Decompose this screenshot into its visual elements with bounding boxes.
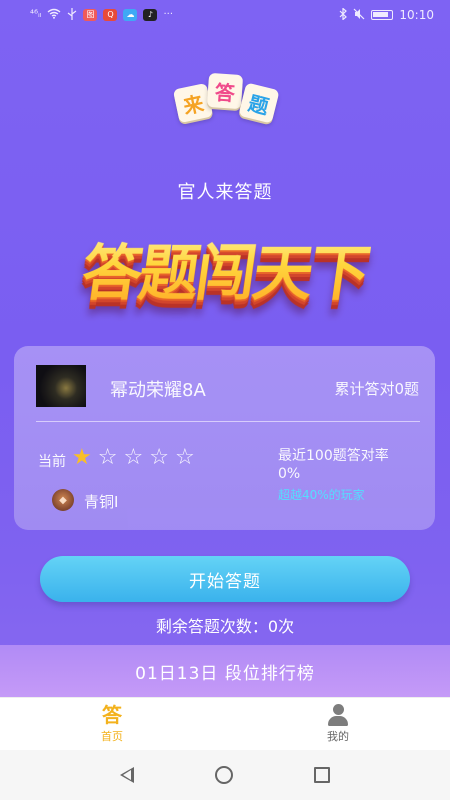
- rank-name: 青铜Ⅰ: [84, 493, 119, 511]
- app-logo: 来 答 题: [172, 72, 282, 132]
- wifi-icon: [47, 8, 61, 22]
- hero-title: 答题闯天下: [76, 225, 373, 312]
- app-subtitle: 官人来答题: [177, 182, 273, 203]
- tab-home-label: 首页: [101, 730, 123, 743]
- mute-icon: [353, 8, 365, 23]
- usb-icon: [67, 7, 77, 23]
- app-notification-icon: Q: [103, 9, 118, 21]
- recent-apps-icon[interactable]: [313, 767, 330, 783]
- bronze-rank-icon: ◆: [52, 489, 74, 511]
- star-empty-icon: ☆: [123, 445, 144, 470]
- total-correct: 累计答对0题: [334, 380, 419, 398]
- status-time: 10:10: [399, 8, 434, 22]
- signal-icon: ⁴⁶ᵢₗ: [30, 9, 42, 20]
- app-notification-icon: 图: [83, 9, 98, 21]
- bluetooth-icon: [339, 6, 348, 23]
- logo-tile: 题: [238, 82, 280, 124]
- remaining-attempts: 剩余答题次数：0次: [155, 617, 295, 636]
- beat-players-text: 超越40%的玩家: [278, 488, 365, 502]
- status-right: 10:10: [339, 6, 434, 23]
- tab-mine-label: 我的: [327, 730, 349, 743]
- current-level-label: 当前: [38, 454, 66, 470]
- star-filled-icon: ★: [72, 445, 92, 470]
- back-icon[interactable]: [120, 767, 135, 783]
- system-nav-bar: [0, 750, 450, 800]
- card-divider: [36, 421, 420, 422]
- battery-icon: [371, 10, 394, 20]
- accuracy-label: 最近100题答对率: [278, 448, 389, 464]
- logo-tile: 答: [206, 72, 244, 110]
- more-notifications-icon: ···: [163, 9, 174, 20]
- star-rating: ★ ☆ ☆ ☆ ☆: [72, 446, 195, 470]
- leaderboard-link[interactable]: 01日13日 段位排行榜: [0, 645, 450, 697]
- avatar[interactable]: [36, 365, 86, 407]
- accuracy-value: 0%: [278, 466, 301, 482]
- bottom-tab-bar: 答 首页 我的: [0, 697, 450, 750]
- app-screen: ⁴⁶ᵢₗ 图 Q ☁ ♪ ··· 10:10 来 答 题 官人来答题 答题闯天下…: [0, 0, 450, 800]
- app-notification-icon: ☁: [123, 9, 138, 21]
- tab-home[interactable]: 答 首页: [72, 702, 152, 744]
- username: 幂动荣耀8A: [110, 380, 206, 401]
- home-icon[interactable]: [214, 766, 233, 784]
- status-left: ⁴⁶ᵢₗ 图 Q ☁ ♪ ···: [30, 7, 174, 23]
- profile-card: 幂动荣耀8A 累计答对0题 当前 ★ ☆ ☆ ☆ ☆ 最近100题答对率 0% 超越40…: [14, 346, 435, 530]
- tiktok-icon: ♪: [143, 9, 158, 21]
- home-tab-icon: 答: [102, 703, 122, 727]
- star-empty-icon: ☆: [97, 445, 118, 470]
- status-bar: ⁴⁶ᵢₗ 图 Q ☁ ♪ ··· 10:10: [0, 0, 450, 30]
- star-empty-icon: ☆: [174, 445, 195, 470]
- user-icon: [326, 702, 350, 728]
- hero-banner: 答题闯天下: [0, 228, 450, 309]
- start-quiz-button[interactable]: 开始答题: [40, 556, 410, 602]
- star-empty-icon: ☆: [149, 445, 169, 470]
- tab-mine[interactable]: 我的: [298, 702, 378, 744]
